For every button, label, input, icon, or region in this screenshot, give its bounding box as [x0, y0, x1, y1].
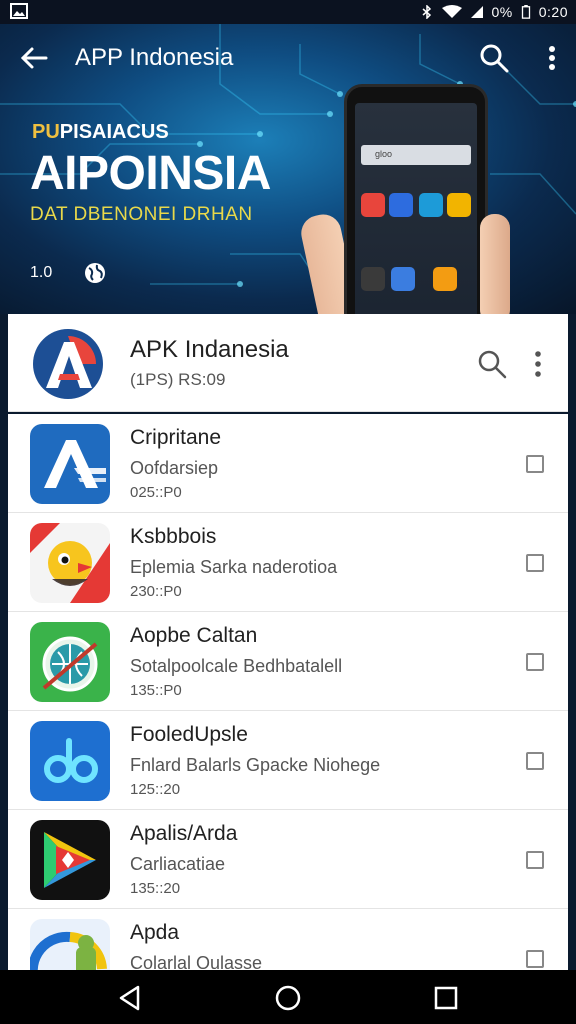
phone-app-chat-icon [433, 267, 457, 291]
app-name: FooledUpsle [130, 723, 248, 746]
search-icon[interactable] [478, 42, 510, 74]
signal-icon [470, 6, 483, 18]
phone-app-clock-icon [361, 267, 385, 291]
a-logo-icon [30, 424, 110, 504]
search-icon[interactable] [476, 348, 508, 380]
home-circle-icon[interactable] [274, 984, 302, 1012]
list-item[interactable]: Cripritane Oofdarsiep 025::P0 [8, 414, 568, 513]
app-bar: APP Indonesia [0, 24, 576, 90]
recents-square-icon[interactable] [432, 984, 460, 1012]
more-vert-icon[interactable] [538, 42, 566, 74]
app-name: Cripritane [130, 426, 222, 449]
more-vert-icon[interactable] [528, 348, 548, 380]
app-header-subtitle: (1PS) RS:09 [130, 370, 226, 389]
app-name: Aopbe Caltan [130, 624, 258, 647]
app-bar-title: APP Indonesia [75, 44, 234, 71]
bird-icon [30, 523, 110, 603]
list-item[interactable]: Apalis/Arda Carliacatiae 135::20 [8, 810, 568, 909]
app-description: Oofdarsiep [130, 458, 219, 478]
app-name: Ksbbbois [130, 525, 217, 548]
image-icon [10, 3, 28, 19]
app-name: Apalis/Arda [130, 822, 238, 845]
app-list: Cripritane Oofdarsiep 025::P0 Ksbbbois E… [8, 414, 568, 970]
app-description: Sotalpoolcale Bedhbatalell [130, 656, 343, 676]
app-header-card: APK Indanesia (1PS) RS:09 [8, 314, 568, 412]
select-checkbox[interactable] [526, 950, 544, 968]
select-checkbox[interactable] [526, 455, 544, 473]
wifi-icon [441, 5, 462, 18]
hero-subheading: DAT DBENONEI DRHAN [30, 204, 253, 225]
app-name: Apda [130, 921, 180, 944]
select-checkbox[interactable] [526, 653, 544, 671]
app-size: 230::P0 [130, 583, 182, 600]
list-item[interactable]: Apda Colarlal Oulasse [8, 909, 568, 970]
back-triangle-icon[interactable] [116, 984, 144, 1012]
app-header-title: APK Indanesia [130, 336, 289, 363]
list-item[interactable]: Ksbbbois Eplemia Sarka naderotioa 230::P… [8, 513, 568, 612]
hand-fingers [480, 214, 510, 314]
list-item[interactable]: Aopbe Caltan Sotalpoolcale Bedhbatalell … [8, 612, 568, 711]
app-description: Fnlard Balarls Gpacke Niohege [130, 755, 381, 775]
app-logo-icon [33, 329, 103, 399]
select-checkbox[interactable] [526, 851, 544, 869]
status-bar: 0% 0:20 [0, 0, 576, 24]
android-icon [30, 919, 110, 970]
app-description: Eplemia Sarka naderotioa [130, 557, 338, 577]
select-checkbox[interactable] [526, 752, 544, 770]
globe-icon [85, 263, 105, 283]
hero-version: 1.0 [30, 264, 53, 281]
do-logo-icon [30, 721, 110, 801]
back-arrow-icon[interactable] [18, 42, 50, 74]
phone-app-a-icon [391, 267, 415, 291]
app-size: 135::20 [130, 880, 181, 897]
play-arrow-icon [30, 820, 110, 900]
phone-app-mail-icon [389, 193, 413, 217]
bluetooth-icon [422, 5, 431, 19]
select-checkbox[interactable] [526, 554, 544, 572]
hero-banner: APP Indonesia PUPISAIACUS AIPOINSIA DAT … [0, 24, 576, 314]
phone-app-chrome-icon [361, 193, 385, 217]
phone-search-bar: gloo [361, 145, 471, 165]
app-size: 025::P0 [130, 484, 182, 501]
phone-screen: gloo [355, 103, 477, 314]
app-size: 135::P0 [130, 682, 182, 699]
clock: 0:20 [538, 4, 568, 20]
system-nav-bar [0, 970, 576, 1024]
app-description: Colarlal Oulasse [130, 953, 263, 970]
hero-kicker: PUPISAIACUS [32, 121, 169, 143]
list-item[interactable]: FooledUpsle Fnlard Balarls Gpacke Nioheg… [8, 711, 568, 810]
hero-heading: AIPOINSIA [30, 147, 271, 200]
phone-app-maps-icon [447, 193, 471, 217]
globe-icon [30, 622, 110, 702]
app-size: 125::20 [130, 781, 181, 798]
app-description: Carliacatiae [130, 854, 226, 874]
phone-illustration: gloo [344, 84, 488, 314]
phone-app-store-icon [419, 193, 443, 217]
battery-icon [521, 5, 530, 19]
battery-percent: 0% [491, 4, 513, 20]
